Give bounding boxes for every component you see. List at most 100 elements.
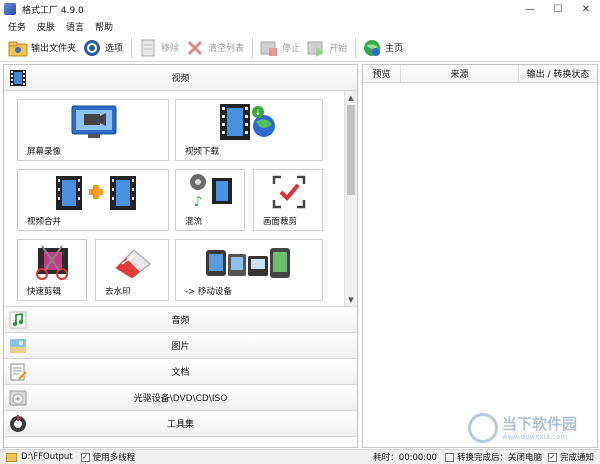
gear-icon — [84, 39, 101, 56]
eraser-icon — [115, 249, 151, 279]
tile-quick-edit-label: 快速剪辑 — [27, 287, 62, 297]
close-button[interactable]: ✕ — [572, 0, 600, 18]
category-document[interactable]: 文档 — [4, 359, 357, 385]
tile-video-download-label: 视频下载 — [185, 147, 220, 157]
toolbar-separator — [131, 37, 133, 58]
tile-crop[interactable]: 画面裁剪 — [253, 169, 323, 231]
task-list[interactable]: 预览 来源 输出 / 转换状态 — [362, 64, 598, 448]
category-document-label: 文档 — [171, 368, 190, 378]
tile-to-mobile[interactable]: -> 移动设备 — [175, 239, 323, 301]
toolbar: 输出文件夹 选项 移除 清空列表 停止 开始 主页 — [0, 34, 600, 62]
tile-to-mobile-label: -> 移动设备 — [185, 287, 232, 297]
watermark-url: www.downxia.com — [502, 433, 568, 441]
after-convert-checkbox[interactable] — [444, 452, 454, 462]
tile-quick-edit[interactable]: 快速剪辑 — [17, 239, 87, 301]
music-note-icon — [9, 311, 27, 329]
start-icon — [307, 41, 325, 57]
picture-icon — [10, 339, 26, 353]
category-optical-label: 光驱设备\DVD\CD\ISO — [133, 394, 228, 404]
scissors-film-icon — [36, 245, 68, 280]
minimize-button[interactable]: — — [516, 0, 544, 18]
folder-icon — [8, 41, 28, 56]
tile-mix-stream-label: 混流 — [185, 217, 203, 227]
remove-button[interactable]: 移除 — [138, 36, 179, 60]
tile-video-merge-label: 视频合并 — [27, 217, 62, 227]
video-merge-icon — [56, 176, 136, 210]
tile-screen-record-label: 屏幕录像 — [27, 147, 62, 157]
site-watermark: 当下软件园 www.downxia.com — [468, 408, 596, 448]
notify-label: 完成通知 — [559, 453, 594, 463]
after-convert-label: 转换完成后：关闭电脑 — [456, 453, 542, 463]
clear-icon — [187, 40, 203, 55]
menu-help[interactable]: 帮助 — [95, 20, 113, 33]
title-bar: 格式工厂 4.9.0 — ☐ ✕ — [0, 0, 600, 18]
video-download-icon: ↓ — [220, 104, 275, 140]
tile-mix-stream[interactable]: ♪ 混流 — [175, 169, 245, 231]
tile-remove-watermark[interactable]: 去水印 — [95, 239, 169, 301]
tools-scrollbar[interactable]: ▲ ▼ — [344, 91, 357, 306]
output-path[interactable]: D:\FFOutput — [21, 452, 73, 462]
tile-crop-label: 画面裁剪 — [263, 217, 298, 227]
remove-label: 移除 — [161, 44, 180, 54]
crop-icon — [272, 175, 306, 209]
menu-skin[interactable]: 皮肤 — [37, 20, 55, 33]
notify-checkbox[interactable]: ✓ — [547, 452, 557, 462]
watermark-brand: 当下软件园 — [502, 415, 578, 433]
svg-text:♪: ♪ — [194, 194, 203, 210]
tile-video-merge[interactable]: 视频合并 — [17, 169, 169, 231]
mix-stream-icon: ♪ — [190, 174, 232, 210]
menu-bar: 任务 皮肤 语言 帮助 — [0, 18, 124, 34]
clear-list-label: 清空列表 — [208, 44, 245, 54]
film-icon — [10, 70, 26, 86]
clear-list-button[interactable]: 清空列表 — [185, 36, 244, 60]
column-output-status[interactable]: 输出 / 转换状态 — [519, 65, 597, 82]
mobile-devices-icon — [206, 248, 290, 278]
category-tools-label: 工具集 — [166, 420, 194, 430]
category-video-label: 视频 — [171, 74, 190, 84]
start-button[interactable]: 开始 — [306, 36, 347, 60]
toolbox-icon — [10, 415, 26, 432]
category-optical[interactable]: 光驱设备\DVD\CD\ISO — [4, 385, 357, 411]
stop-icon — [260, 41, 278, 56]
start-label: 开始 — [329, 44, 348, 54]
screen-record-icon — [71, 105, 117, 138]
document-icon — [10, 363, 27, 381]
window-controls: — ☐ ✕ — [516, 0, 600, 18]
status-bar: D:\FFOutput ✓ 使用多线程 耗时：00:00:00 转换完成后：关闭… — [0, 449, 600, 464]
svg-text:↓: ↓ — [255, 108, 262, 117]
video-tools-grid: 屏幕录像 ↓ 视频下载 视频合并 ♪ 混流 画面裁剪 快速剪辑 去水印 -> 移… — [4, 91, 357, 307]
scroll-thumb[interactable] — [347, 105, 355, 195]
category-video[interactable]: 视频 — [4, 65, 357, 91]
category-audio[interactable]: 音频 — [4, 307, 357, 333]
app-icon — [4, 3, 16, 15]
options-label: 选项 — [105, 44, 124, 54]
folder-icon[interactable] — [6, 452, 17, 462]
scroll-up-arrow-icon[interactable]: ▲ — [345, 92, 357, 104]
stop-button[interactable]: 停止 — [259, 36, 300, 60]
category-image-label: 图片 — [171, 342, 190, 352]
disc-drive-icon — [9, 390, 27, 406]
column-source[interactable]: 来源 — [401, 65, 519, 82]
multithread-checkbox[interactable]: ✓ — [80, 452, 90, 462]
home-button[interactable]: 主页 — [362, 36, 403, 60]
output-folder-button[interactable]: 输出文件夹 — [8, 36, 76, 60]
column-preview[interactable]: 预览 — [363, 65, 401, 82]
function-panel: 视频 屏幕录像 ↓ 视频下载 视频合并 ♪ 混流 画面裁剪 快速剪辑 去水印 -… — [3, 64, 358, 448]
window-title: 格式工厂 4.9.0 — [22, 5, 84, 16]
tile-screen-record[interactable]: 屏幕录像 — [17, 99, 169, 161]
category-image[interactable]: 图片 — [4, 333, 357, 359]
menu-language[interactable]: 语言 — [66, 20, 84, 33]
tile-video-download[interactable]: ↓ 视频下载 — [175, 99, 323, 161]
globe-icon — [364, 39, 381, 56]
home-label: 主页 — [385, 44, 404, 54]
remove-icon — [141, 39, 155, 56]
tile-remove-watermark-label: 去水印 — [105, 287, 131, 297]
maximize-button[interactable]: ☐ — [544, 0, 572, 18]
toolbar-separator — [355, 37, 357, 58]
category-tools[interactable]: 工具集 — [4, 411, 357, 437]
options-button[interactable]: 选项 — [82, 36, 123, 60]
category-audio-label: 音频 — [171, 316, 190, 326]
elapsed-time: 耗时：00:00:00 — [373, 453, 437, 463]
menu-task[interactable]: 任务 — [8, 20, 26, 33]
scroll-down-arrow-icon[interactable]: ▼ — [345, 294, 357, 306]
